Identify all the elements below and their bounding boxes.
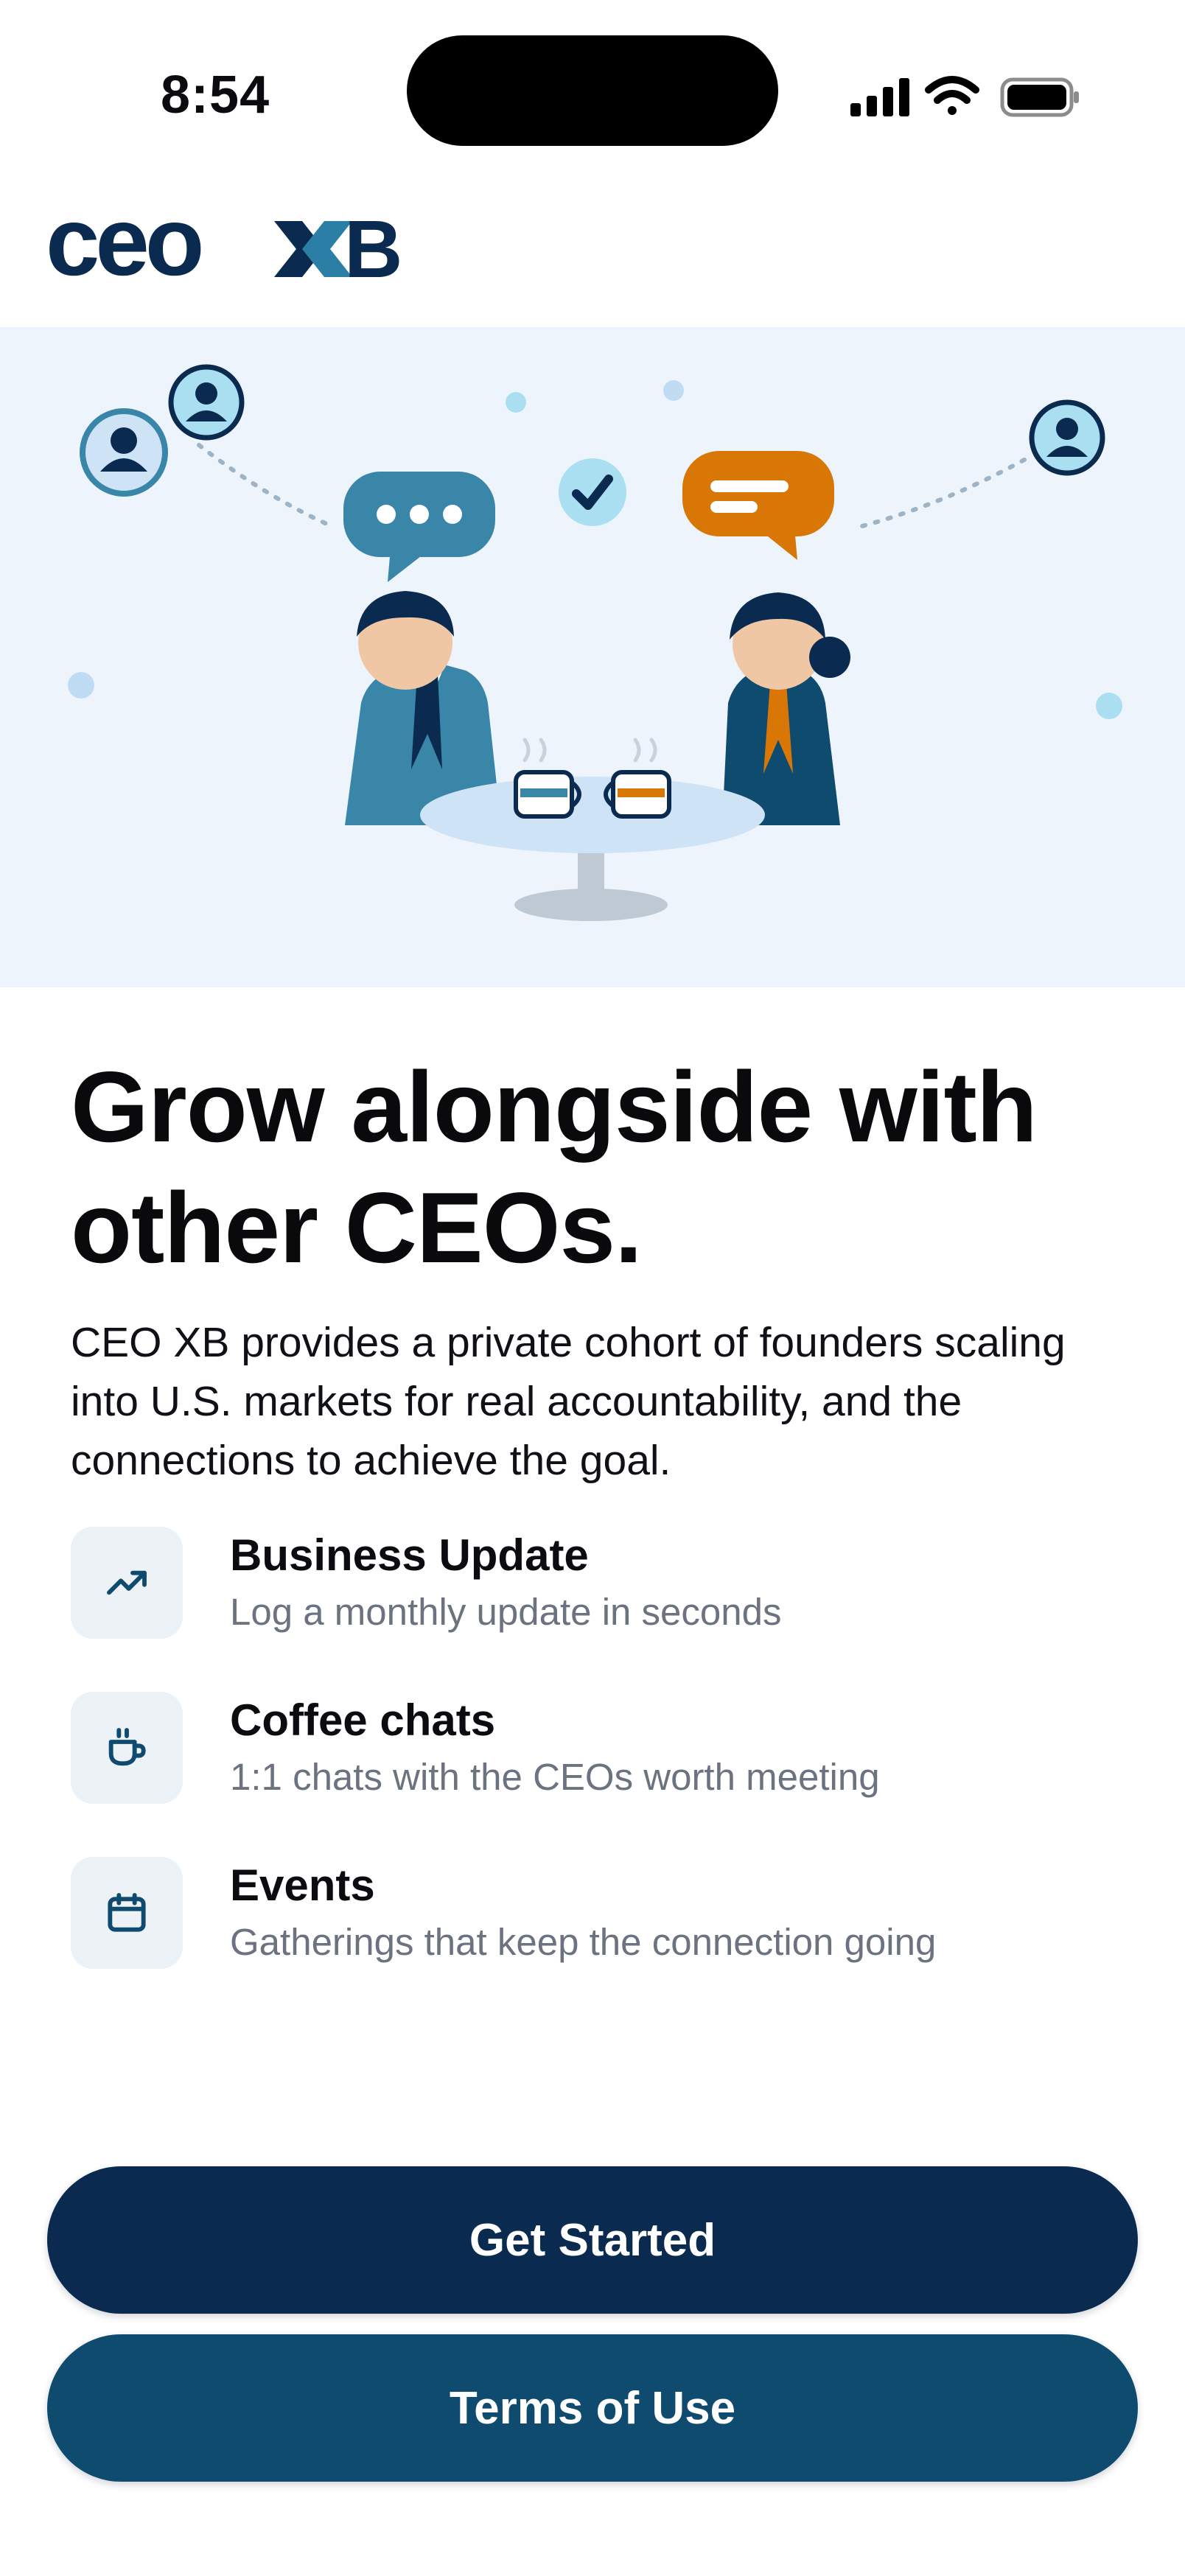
feature-icon-box: [71, 1857, 183, 1969]
feature-item-events: Events Gatherings that keep the connecti…: [71, 1857, 1117, 1969]
intro-text: CEO XB provides a private cohort of foun…: [71, 1319, 1066, 1484]
status-icons: [847, 71, 1083, 122]
page-headline: Grow alongside with other CEOs.: [71, 1046, 1117, 1288]
hero-illustration: [0, 327, 1185, 987]
feature-description: 1:1 chats with the CEOs worth meeting: [230, 1756, 880, 1798]
app-header: ceo B: [0, 177, 1185, 327]
dynamic-island: [407, 35, 778, 146]
feature-description: Gatherings that keep the connection goin…: [230, 1921, 937, 1963]
chat-bubble-icon: [343, 472, 495, 582]
avatar-icon: [168, 364, 245, 441]
battery-icon: [1000, 77, 1079, 117]
feature-title: Business Update: [230, 1530, 589, 1580]
logo-b-text: B: [344, 205, 402, 293]
ceo-figure-right: [722, 592, 850, 825]
feature-list: Business Update Log a monthly update in …: [71, 1527, 1117, 2022]
ceo-xb-logo: ceo B: [46, 187, 429, 297]
coffee-cup-icon: [108, 1728, 146, 1766]
logo-x-mark: [274, 221, 352, 277]
wifi-icon: [925, 76, 979, 115]
logo-ceo-text: ceo: [46, 205, 201, 293]
terms-of-use-button[interactable]: Terms of Use: [47, 2334, 1138, 2482]
status-time: 8:54: [161, 66, 270, 125]
trending-up-icon: [107, 1570, 147, 1595]
feature-icon-box: [71, 1692, 183, 1804]
check-badge-icon: [559, 458, 626, 526]
feature-item-business-update: Business Update Log a monthly update in …: [71, 1527, 1117, 1639]
status-bar: 8:54: [0, 0, 1185, 177]
avatar-icon: [1029, 399, 1105, 476]
chat-bubble-icon: [682, 451, 834, 560]
coffee-cup-illustration: [514, 738, 581, 819]
headline-line-1: Grow alongside with: [71, 1051, 1038, 1163]
get-started-button[interactable]: Get Started: [47, 2166, 1138, 2314]
feature-description: Log a monthly update in seconds: [230, 1591, 782, 1633]
feature-icon-box: [71, 1527, 183, 1639]
coffee-table: [420, 777, 765, 921]
feature-title: Coffee chats: [230, 1695, 496, 1745]
calendar-icon: [108, 1893, 146, 1932]
coffee-cup-illustration: [604, 738, 671, 819]
avatar-icon: [80, 408, 168, 497]
headline-line-2: other CEOs.: [71, 1172, 643, 1284]
feature-title: Events: [230, 1861, 375, 1910]
cellular-signal-icon: [850, 78, 909, 116]
feature-item-coffee-chats: Coffee chats 1:1 chats with the CEOs wor…: [71, 1692, 1117, 1804]
